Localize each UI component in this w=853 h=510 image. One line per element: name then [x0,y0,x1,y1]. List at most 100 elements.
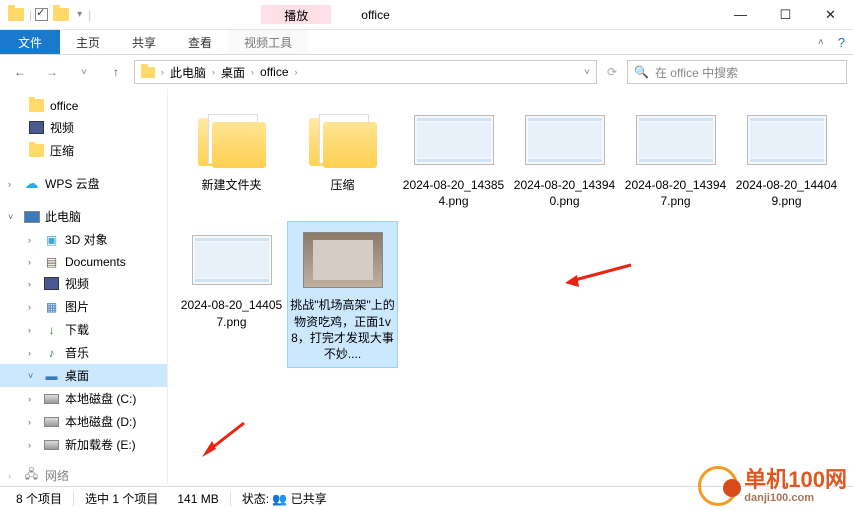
folder-item[interactable]: 压缩 [287,101,398,215]
play-tab-label: 播放 [284,7,308,24]
ribbon-tab-home[interactable]: 主页 [60,30,116,54]
item-label: 新建文件夹 [201,177,261,193]
breadcrumb-dropdown-icon[interactable]: ˅ [580,61,594,83]
nav-item-disk-d[interactable]: ›本地磁盘 (D:) [0,410,167,433]
folder-icon [198,112,266,168]
nav-item-downloads[interactable]: ›↓下载 [0,318,167,341]
cloud-icon: ☁ [23,176,40,191]
document-icon: ▤ [43,254,60,269]
download-icon: ↓ [43,322,60,337]
video-icon [44,277,59,290]
nav-item-network[interactable]: ›🖧网络 [0,464,167,484]
file-list-pane[interactable]: 新建文件夹 压缩 2024-08-20_143854.png 2024-08-2… [168,89,853,484]
search-icon: 🔍 [634,65,649,79]
app-folder-icon [6,5,26,25]
ribbon-file-tab[interactable]: 文件 [0,30,60,54]
window-title: office [361,8,389,22]
item-label: 2024-08-20_143947.png [623,177,728,209]
nav-up-button[interactable]: ↑ [102,60,130,84]
qat-overflow[interactable]: ▾ [74,9,85,20]
drive-icon [44,440,59,450]
folder-icon [309,112,377,168]
maximize-button[interactable]: ☐ [763,0,808,29]
status-selected-count: 选中 1 个项目 [77,490,166,507]
ribbon-tab-view[interactable]: 查看 [172,30,228,54]
ribbon-collapse-icon[interactable]: ˄ [818,37,824,48]
breadcrumb-bar[interactable]: › 此电脑 › 桌面 › office › ˅ [134,60,597,84]
minimize-button[interactable]: — [718,0,763,29]
chevron-right-icon[interactable]: › [251,67,254,77]
watermark-main: 单机100网 [744,469,847,491]
nav-item-videos[interactable]: ›视频 [0,272,167,295]
qat-folder-icon[interactable] [51,5,71,25]
search-input[interactable]: 🔍 在 office 中搜索 [627,60,847,84]
image-thumbnail [414,115,494,165]
chevron-right-icon: › [8,179,18,189]
nav-item-pictures[interactable]: ›▦图片 [0,295,167,318]
status-item-count: 8 个项目 [8,490,70,507]
nav-item-wps-cloud[interactable]: ›☁WPS 云盘 [0,172,167,195]
cube-icon: ▣ [43,232,60,247]
close-button[interactable]: ✕ [808,0,853,29]
contextual-tab-header: 播放 [261,5,331,24]
item-label: 挑战"机场高架"上的物资吃鸡，正面1v8，打完才发现大事不妙.... [290,297,395,362]
search-placeholder-text: 在 office 中搜索 [655,64,738,81]
chevron-down-icon: ˅ [28,371,38,381]
item-label: 2024-08-20_143940.png [512,177,617,209]
status-state: 状态: 👥 已共享 [234,490,335,507]
item-label: 2024-08-20_144057.png [179,297,284,329]
watermark-emblem-icon [698,466,738,506]
nav-recent-dropdown[interactable]: ˅ [70,60,98,84]
picture-icon: ▦ [43,299,60,314]
image-thumbnail [525,115,605,165]
image-thumbnail [192,235,272,285]
ribbon-tab-video-tools[interactable]: 视频工具 [228,30,308,54]
breadcrumb-segment[interactable]: 此电脑 [166,61,210,83]
nav-item-video[interactable]: 视频 [0,116,167,139]
nav-item-office[interactable]: office [0,95,167,116]
pc-icon [24,211,40,223]
nav-item-music[interactable]: ›♪音乐 [0,341,167,364]
chevron-right-icon[interactable]: › [212,67,215,77]
qat-checkbox[interactable] [35,8,48,21]
image-thumbnail [747,115,827,165]
music-icon: ♪ [43,345,60,360]
nav-item-disk-c[interactable]: ›本地磁盘 (C:) [0,387,167,410]
folder-item[interactable]: 新建文件夹 [176,101,287,215]
breadcrumb-segment[interactable]: 桌面 [217,61,249,83]
qat-divider-2: | [88,8,91,22]
nav-back-button[interactable]: ← [6,60,34,84]
video-item-selected[interactable]: 挑战"机场高架"上的物资吃鸡，正面1v8，打完才发现大事不妙.... [287,221,398,368]
chevron-right-icon[interactable]: › [161,67,164,77]
nav-item-zip[interactable]: 压缩 [0,139,167,162]
image-item[interactable]: 2024-08-20_144049.png [731,101,842,215]
network-icon: 🖧 [23,468,40,483]
breadcrumb-segment[interactable]: office [256,61,292,83]
item-label: 2024-08-20_143854.png [401,177,506,209]
ribbon-help-icon[interactable]: ? [838,35,845,50]
image-item[interactable]: 2024-08-20_143947.png [620,101,731,215]
refresh-button[interactable]: ⟳ [601,65,623,79]
nav-item-3d-objects[interactable]: ›▣3D 对象 [0,228,167,251]
desktop-icon: ▬ [43,368,60,383]
nav-item-this-pc[interactable]: ˅此电脑 [0,205,167,228]
breadcrumb-folder-icon [141,67,155,78]
drive-icon [44,417,59,427]
annotation-arrow-icon [563,259,633,289]
chevron-down-icon: ˅ [8,212,18,222]
image-item[interactable]: 2024-08-20_144057.png [176,221,287,368]
nav-item-disk-e[interactable]: ›新加载卷 (E:) [0,433,167,456]
watermark-sub: danji100.com [744,493,847,504]
image-thumbnail [636,115,716,165]
nav-item-documents[interactable]: ›▤Documents [0,251,167,272]
nav-forward-button[interactable]: → [38,60,66,84]
ribbon-tab-share[interactable]: 共享 [116,30,172,54]
share-icon: 👥 [272,492,287,506]
image-item[interactable]: 2024-08-20_143854.png [398,101,509,215]
status-size: 141 MB [169,492,226,506]
video-thumbnail [303,232,383,288]
nav-item-desktop[interactable]: ˅▬桌面 [0,364,167,387]
chevron-right-icon[interactable]: › [295,67,298,77]
navigation-pane[interactable]: office 视频 压缩 ›☁WPS 云盘 ˅此电脑 ›▣3D 对象 ›▤Doc… [0,89,168,484]
image-item[interactable]: 2024-08-20_143940.png [509,101,620,215]
